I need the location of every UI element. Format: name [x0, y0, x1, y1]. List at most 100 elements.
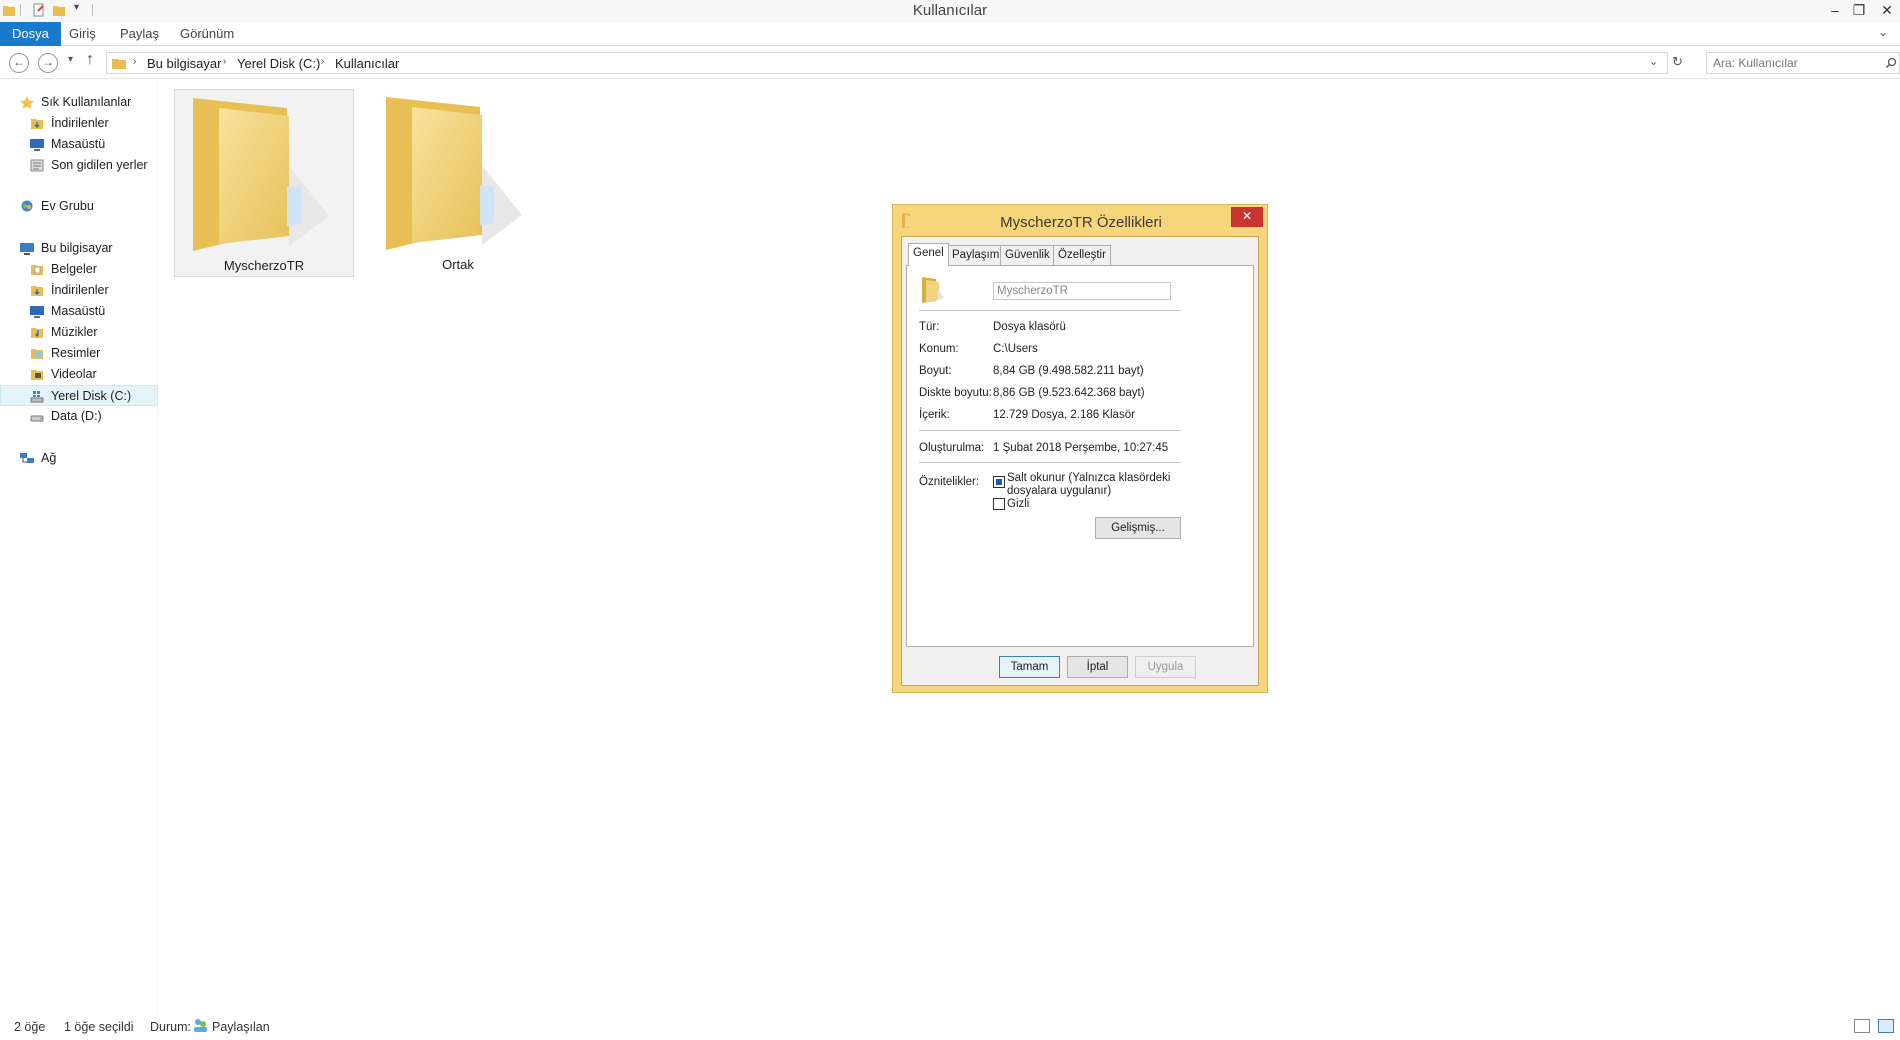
nav-item-videos[interactable]: Videolar: [0, 364, 158, 385]
folder-label: MyscherzoTR: [223, 258, 305, 273]
folder-name-input[interactable]: [993, 282, 1171, 300]
large-icons-view-icon[interactable]: [1878, 1019, 1894, 1033]
nav-item-local-disk[interactable]: Yerel Disk (C:): [0, 385, 158, 406]
videos-folder-icon: [31, 370, 43, 380]
divider: [919, 430, 1181, 431]
nav-item-desktop[interactable]: Masaüstü: [0, 134, 158, 155]
folder-tile[interactable]: Ortak: [368, 89, 548, 277]
item-count: 2 öğe: [14, 1020, 46, 1034]
nav-favorites[interactable]: Sık Kullanılanlar: [0, 92, 158, 113]
dialog-tab-sharing[interactable]: Paylaşım: [947, 245, 1005, 265]
dialog-tab-general[interactable]: Genel: [908, 243, 949, 266]
search-input[interactable]: [1713, 53, 1873, 73]
contains-value: 12.729 Dosya, 2.186 Klasör: [993, 409, 1135, 421]
folder-tile[interactable]: MyscherzoTR: [174, 89, 354, 277]
search-icon[interactable]: [1885, 57, 1897, 69]
refresh-icon[interactable]: ↻: [1672, 54, 1683, 70]
type-value: Dosya klasörü: [993, 321, 1066, 333]
nav-item-recent-places[interactable]: Son gidilen yerler: [0, 155, 158, 176]
music-folder-icon: [31, 328, 43, 338]
properties-dialog: MyscherzoTR Özellikleri ✕ Genel Paylaşım…: [892, 204, 1268, 693]
nav-item-documents[interactable]: Belgeler: [0, 259, 158, 280]
address-bar[interactable]: › Bu bilgisayar › Yerel Disk (C:) › Kull…: [106, 52, 1668, 74]
ok-button[interactable]: Tamam: [999, 656, 1060, 678]
search-box[interactable]: [1706, 52, 1900, 74]
breadcrumb-local-disk[interactable]: Yerel Disk (C:): [237, 56, 320, 71]
cancel-button[interactable]: İptal: [1067, 656, 1128, 678]
divider: [919, 462, 1181, 463]
forward-button[interactable]: →: [38, 53, 58, 73]
readonly-checkbox[interactable]: [993, 476, 1005, 488]
nav-item-pictures[interactable]: Resimler: [0, 343, 158, 364]
breadcrumb-separator[interactable]: ›: [321, 56, 324, 67]
tab-file[interactable]: Dosya: [0, 22, 61, 46]
dialog-tab-customize[interactable]: Özelleştir: [1053, 245, 1111, 265]
nav-item-data-drive[interactable]: Data (D:): [0, 406, 158, 427]
expand-ribbon-icon[interactable]: ⌄: [1878, 25, 1888, 39]
ribbon-tabs: Dosya Giriş Paylaş Görünüm ⌄: [0, 22, 1900, 46]
hidden-label: Gizli: [1007, 498, 1030, 510]
details-view-icon[interactable]: [1854, 1019, 1870, 1033]
nav-item-label: Belgeler: [51, 262, 97, 276]
nav-favorites-label: Sık Kullanılanlar: [41, 95, 132, 109]
back-button[interactable]: ←: [9, 53, 29, 73]
advanced-button[interactable]: Gelişmiş...: [1095, 517, 1181, 539]
nav-item-label: Son gidilen yerler: [51, 158, 148, 172]
nav-network[interactable]: Ağ: [0, 448, 158, 469]
documents-folder-icon: [31, 265, 43, 275]
hidden-checkbox[interactable]: [993, 498, 1005, 510]
network-icon: [20, 453, 34, 463]
dialog-tab-security[interactable]: Güvenlik: [1000, 245, 1055, 265]
minimize-button[interactable]: –: [1822, 0, 1848, 20]
nav-item-label: Masaüstü: [51, 304, 106, 318]
folder-icon: [922, 277, 944, 303]
tab-home[interactable]: Giriş: [57, 22, 108, 46]
tab-view[interactable]: Görünüm: [168, 22, 246, 46]
dialog-close-button[interactable]: ✕: [1231, 207, 1263, 227]
restore-button[interactable]: ❐: [1846, 0, 1872, 20]
nav-item-label: İndirilenler: [51, 116, 109, 130]
star-icon: [20, 96, 34, 109]
breadcrumb-separator[interactable]: ›: [223, 56, 226, 67]
status-label: Durum:: [150, 1020, 191, 1034]
folder-icon: [112, 59, 126, 69]
folder-icon: [193, 98, 329, 251]
dialog-title: MyscherzoTR Özellikleri: [1000, 214, 1162, 231]
up-arrow-icon[interactable]: ↑: [86, 51, 94, 69]
nav-item-desktop[interactable]: Masaüstü: [0, 301, 158, 322]
title-bar: ▾ Kullanıcılar – ❐ ✕: [0, 0, 1900, 22]
nav-item-downloads[interactable]: İndirilenler: [0, 280, 158, 301]
desktop-icon: [30, 139, 44, 151]
nav-item-downloads[interactable]: İndirilenler: [0, 113, 158, 134]
navigation-pane: Sık Kullanılanlar İndirilenler Masaüstü …: [0, 80, 158, 1014]
downloads-folder-icon: [31, 119, 43, 129]
apply-button[interactable]: Uygula: [1135, 656, 1196, 678]
location-label: Konum:: [919, 343, 959, 355]
address-row: ← → ▾ ↑ › Bu bilgisayar › Yerel Disk (C:…: [0, 47, 1900, 79]
chevron-down-icon[interactable]: ⌄: [1649, 55, 1658, 68]
nav-item-label: Data (D:): [51, 409, 102, 423]
drive-icon: [30, 415, 44, 422]
tab-share[interactable]: Paylaş: [108, 22, 171, 46]
shared-icon: [194, 1019, 207, 1032]
nav-item-music[interactable]: Müzikler: [0, 322, 158, 343]
nav-item-label: Müzikler: [51, 325, 98, 339]
contains-label: İçerik:: [919, 409, 950, 421]
nav-this-pc-label: Bu bilgisayar: [41, 241, 113, 255]
dialog-body: Genel Paylaşım Güvenlik Özelleştir Tür: …: [901, 236, 1259, 686]
nav-homegroup[interactable]: Ev Grubu: [0, 196, 158, 217]
type-label: Tür:: [919, 321, 940, 333]
nav-this-pc[interactable]: Bu bilgisayar: [0, 238, 158, 259]
folder-icon: [386, 97, 522, 250]
nav-item-label: Videolar: [51, 367, 97, 381]
downloads-folder-icon: [31, 286, 43, 296]
breadcrumb-separator[interactable]: ›: [133, 56, 136, 67]
breadcrumb-users[interactable]: Kullanıcılar: [335, 56, 399, 71]
created-value: 1 Şubat 2018 Perşembe, 10:27:45: [993, 442, 1169, 454]
recent-locations-icon[interactable]: ▾: [68, 54, 73, 65]
computer-icon: [20, 243, 34, 255]
breadcrumb-computer[interactable]: Bu bilgisayar: [147, 56, 221, 71]
size-on-disk-label: Diskte boyutu:: [919, 387, 992, 399]
close-button[interactable]: ✕: [1874, 0, 1900, 20]
selection-count: 1 öğe seçildi: [64, 1020, 134, 1034]
